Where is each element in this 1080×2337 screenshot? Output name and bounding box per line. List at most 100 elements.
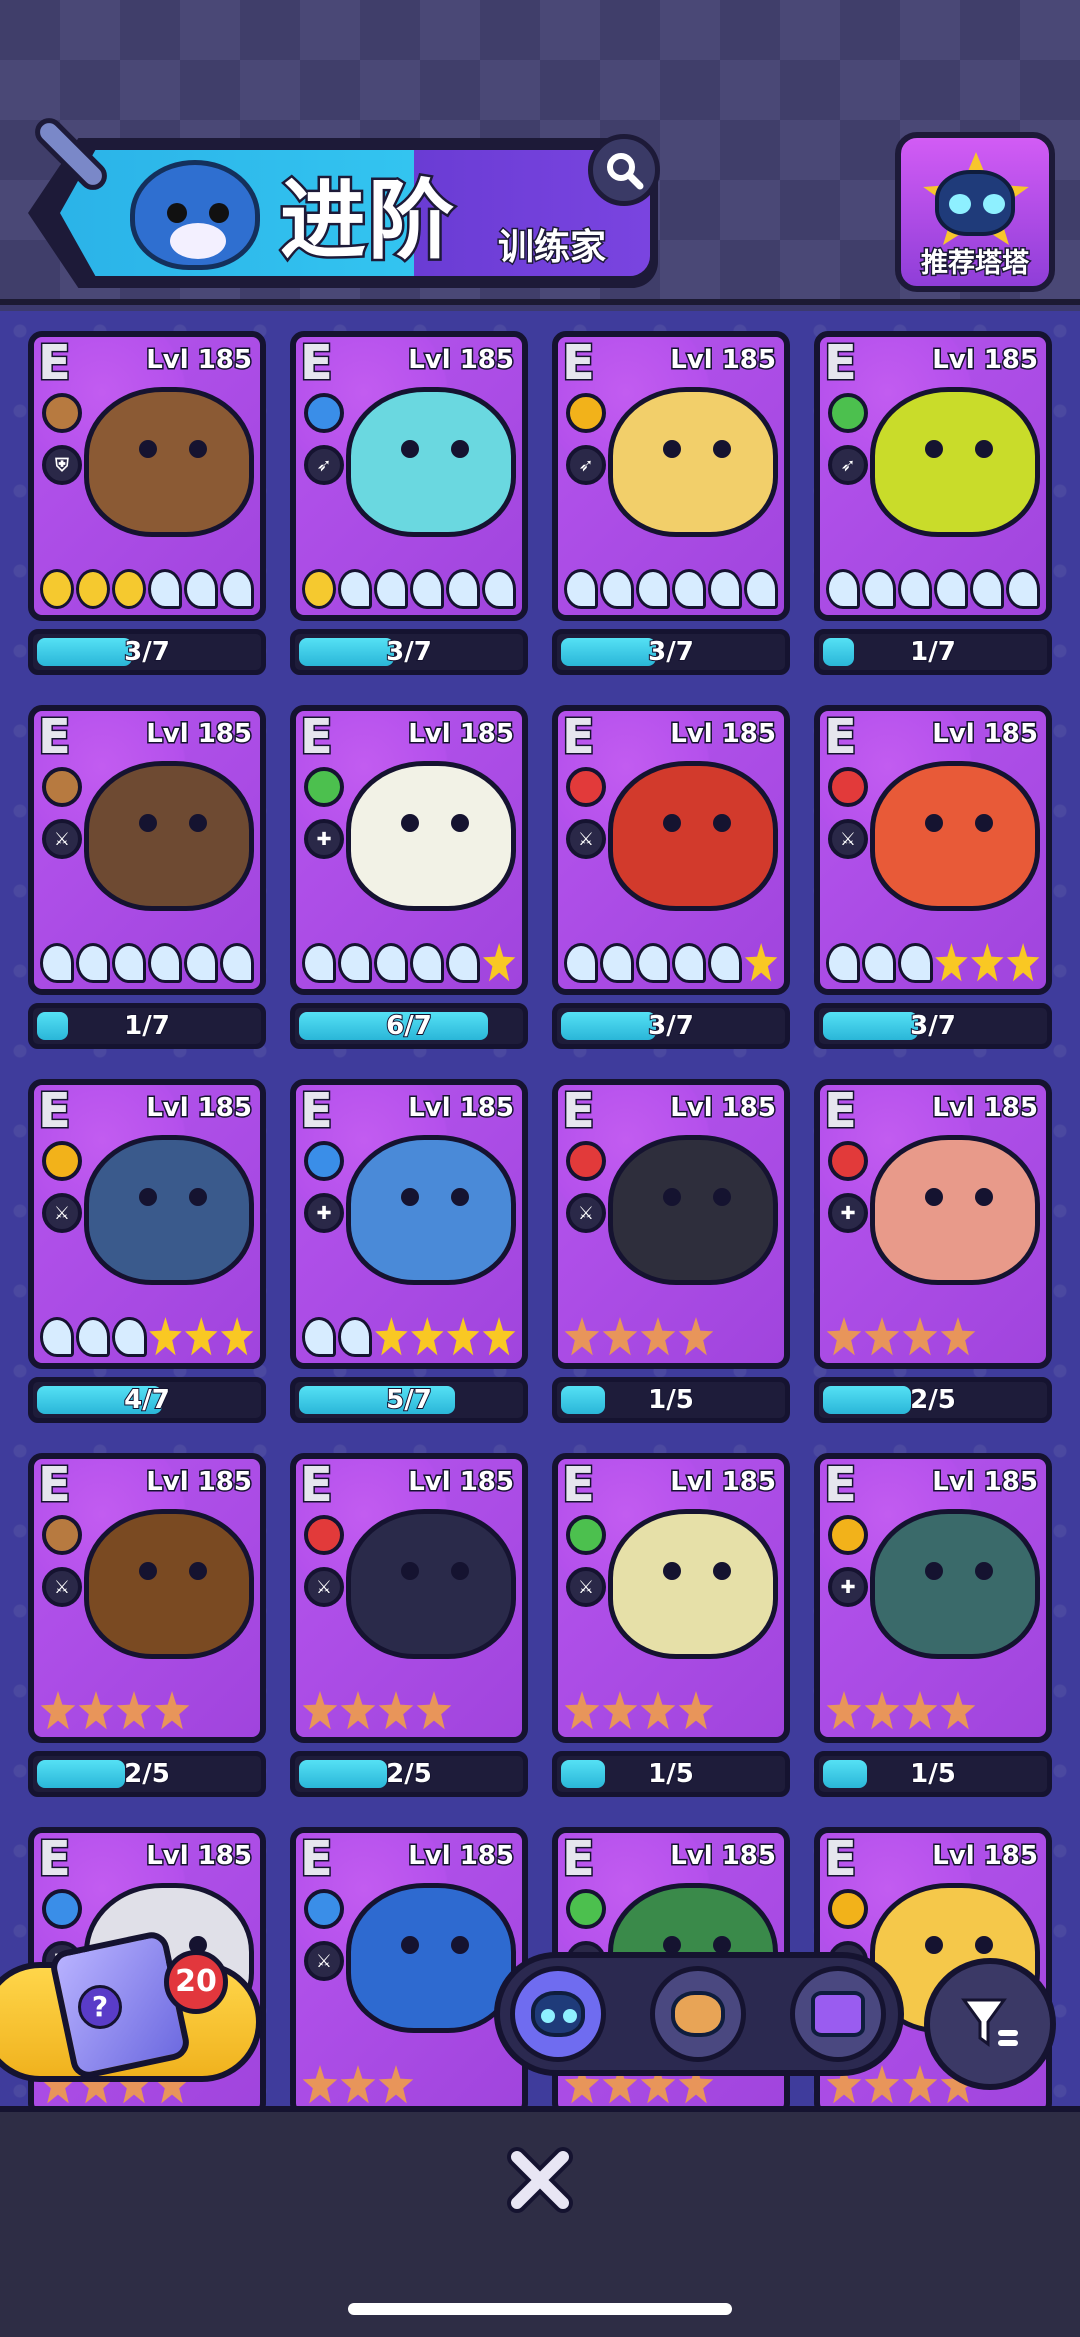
trainer-card[interactable]: E Lvl 185 ⚔ xyxy=(28,1079,266,1369)
trainer-card[interactable]: E Lvl 185 ➶ xyxy=(814,331,1052,621)
heal-role-icon: ✚ xyxy=(304,1193,344,1233)
trainer-card[interactable]: E Lvl 185 ➶ xyxy=(552,331,790,621)
close-button[interactable] xyxy=(500,2140,580,2220)
level-label: Lvl 185 xyxy=(931,344,1040,377)
trainer-card-slot: E Lvl 185 ⚔ 3/7 xyxy=(552,705,790,1050)
rank-row xyxy=(826,1307,1040,1357)
water-element-icon xyxy=(304,1141,344,1181)
pet-icon xyxy=(671,1991,725,2037)
progress-bar: 3/7 xyxy=(28,629,266,675)
trainer-card-slot: E Lvl 185 ⚔ 2/5 xyxy=(290,1453,528,1798)
grade-label: E xyxy=(561,1457,597,1513)
moon-icon xyxy=(112,569,146,609)
recommend-tata-button[interactable]: 推荐塔塔 xyxy=(895,132,1055,292)
filter-sort-button[interactable] xyxy=(924,1958,1056,2090)
trainer-card[interactable]: E Lvl 185 ✚ xyxy=(814,1453,1052,1743)
progress-bar: 3/7 xyxy=(814,1003,1052,1049)
level-label: Lvl 185 xyxy=(931,718,1040,751)
bronze-star-icon xyxy=(564,1691,600,1730)
bronze-star-icon xyxy=(302,1691,338,1730)
bronze-star-icon xyxy=(378,1691,414,1730)
dash-role-icon: ➶ xyxy=(566,445,606,485)
gold-star-icon xyxy=(446,1317,480,1356)
earth-element-icon xyxy=(42,393,82,433)
grade-label: E xyxy=(37,709,73,765)
trainer-card[interactable]: E Lvl 185 ⚔ xyxy=(552,705,790,995)
electric-element-icon xyxy=(828,1889,868,1929)
progress-text: 3/7 xyxy=(909,1010,957,1042)
trainer-card[interactable]: E Lvl 185 ⚔ xyxy=(552,1079,790,1369)
trainer-card[interactable]: E Lvl 185 ⚔ xyxy=(290,1453,528,1743)
bronze-star-icon xyxy=(602,1691,638,1730)
wave-icon xyxy=(184,569,218,609)
rank-row xyxy=(40,1681,254,1731)
filter-badge-button[interactable] xyxy=(790,1966,886,2062)
creature-portrait xyxy=(608,387,778,537)
trainer-card[interactable]: E Lvl 185 ⚔ xyxy=(28,1453,266,1743)
trainer-card[interactable]: E Lvl 185 ⚔ xyxy=(814,705,1052,995)
grade-label: E xyxy=(823,1457,859,1513)
grade-label: E xyxy=(299,335,335,391)
gold-star-icon xyxy=(220,1317,254,1356)
search-button[interactable] xyxy=(588,134,660,206)
grade-label: E xyxy=(37,1457,73,1513)
progress-text: 2/5 xyxy=(909,1384,957,1416)
progress-text: 3/7 xyxy=(647,636,695,668)
trainer-card[interactable]: E Lvl 185 ⚔ xyxy=(552,1453,790,1743)
progress-text: 2/5 xyxy=(123,1758,171,1790)
sword-role-icon: ⚔ xyxy=(566,1567,606,1607)
trainer-card[interactable]: E Lvl 185 ✚ xyxy=(814,1079,1052,1369)
trainer-card-slot: E Lvl 185 ⚔ xyxy=(290,1827,528,2106)
mystery-box-count-badge: 20 xyxy=(164,1950,228,2014)
wave-icon xyxy=(338,1317,373,1357)
rank-row xyxy=(302,559,516,609)
trainer-card[interactable]: E Lvl 185 ✚ xyxy=(290,705,528,995)
trainer-card[interactable]: E Lvl 185 ✚ xyxy=(290,1079,528,1369)
wave-icon xyxy=(862,569,896,609)
gold-star-icon xyxy=(971,943,1004,982)
grade-label: E xyxy=(299,1457,335,1513)
progress-text: 5/7 xyxy=(385,1384,433,1416)
trainer-card-slot: E Lvl 185 ✚ 5/7 xyxy=(290,1079,528,1424)
trainer-card-slot: E Lvl 185 ➶ 3/7 xyxy=(290,331,528,676)
grade-label: E xyxy=(823,1831,859,1887)
progress-bar: 3/7 xyxy=(552,629,790,675)
wave-icon xyxy=(708,569,742,609)
wave-icon xyxy=(148,943,182,983)
trainer-card[interactable]: E Lvl 185 ⚔ xyxy=(290,1827,528,2106)
wave-icon xyxy=(672,943,707,983)
gold-star-icon xyxy=(935,943,968,982)
trainer-card[interactable]: E Lvl 185 ➶ xyxy=(290,331,528,621)
filter-tata-button[interactable] xyxy=(510,1966,606,2062)
progress-text: 3/7 xyxy=(385,636,433,668)
heal-role-icon: ✚ xyxy=(304,819,344,859)
rank-row xyxy=(564,559,778,609)
wave-icon xyxy=(826,943,861,983)
level-label: Lvl 185 xyxy=(407,1840,516,1873)
gold-star-icon xyxy=(411,1317,444,1356)
wave-icon xyxy=(410,943,445,983)
progress-bar: 3/7 xyxy=(552,1003,790,1049)
wave-icon xyxy=(76,943,110,983)
earth-element-icon xyxy=(42,1515,82,1555)
progress-bar: 1/7 xyxy=(814,629,1052,675)
bronze-star-icon xyxy=(678,1691,714,1730)
wave-icon xyxy=(374,569,408,609)
trainer-card[interactable]: E Lvl 185 ⚔ xyxy=(28,705,266,995)
trainer-card[interactable]: E Lvl 185 ⛨ xyxy=(28,331,266,621)
grade-label: E xyxy=(299,1083,335,1139)
level-label: Lvl 185 xyxy=(407,718,516,751)
bronze-star-icon xyxy=(416,1691,452,1730)
question-icon: ? xyxy=(78,1985,122,2029)
gold-star-icon xyxy=(1006,943,1040,982)
level-label: Lvl 185 xyxy=(669,1840,778,1873)
moon-icon xyxy=(302,569,336,609)
filter-pet-button[interactable] xyxy=(650,1966,746,2062)
gold-star-icon xyxy=(482,1317,516,1356)
wave-icon xyxy=(898,943,933,983)
header: 进阶 训练家 推荐塔塔 xyxy=(0,0,1080,305)
close-icon xyxy=(507,2147,573,2213)
rank-row xyxy=(302,2055,516,2105)
electric-element-icon xyxy=(42,1141,82,1181)
sword-role-icon: ⚔ xyxy=(42,819,82,859)
